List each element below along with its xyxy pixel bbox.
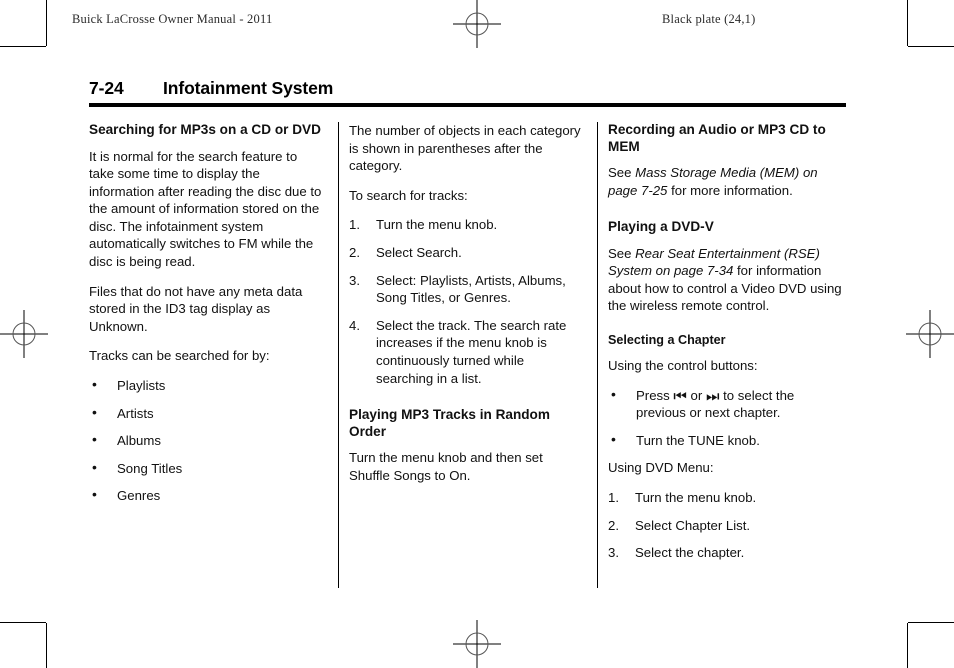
step-text: Select Search. xyxy=(376,244,462,260)
list-search-categories: Playlists Artists Albums Song Titles Gen… xyxy=(89,376,324,505)
list-search-steps: 1. Turn the menu knob. 2. Select Search.… xyxy=(349,216,584,387)
list-item: Turn the TUNE knob. xyxy=(608,431,843,450)
section-heading-random-order: Playing MP3 Tracks in Random Order xyxy=(349,407,550,439)
section-heading-searching-mp3s: Searching for MP3s on a CD or DVD xyxy=(89,122,321,137)
step-text: Select Chapter List. xyxy=(635,517,751,533)
registration-mark-left xyxy=(0,310,48,358)
paragraph-using-control-buttons: Using the control buttons: xyxy=(608,358,758,374)
step-number: 4. xyxy=(349,317,360,333)
paragraph-shuffle-songs: Turn the menu knob and then set Shuffle … xyxy=(349,450,543,483)
step-text: Select the track. The search rate increa… xyxy=(376,317,567,386)
list-item: Press ⏮ or ⏭ to select the previous or n… xyxy=(608,386,843,422)
step-text: Turn the menu knob. xyxy=(635,490,757,506)
bullet-mid: or xyxy=(686,387,706,403)
list-item: 4. Select the track. The search rate inc… xyxy=(349,317,584,387)
next-track-icon: ⏭ xyxy=(705,386,720,405)
page-number: 7-24 xyxy=(89,78,124,98)
column-2: The number of objects in each category i… xyxy=(349,122,584,496)
crop-mark-bottom-left-horizontal xyxy=(0,622,46,623)
step-text: Select: Playlists, Artists, Albums, Song… xyxy=(376,272,566,306)
list-item: Genres xyxy=(89,486,324,505)
paragraph-using-dvd-menu: Using DVD Menu: xyxy=(608,460,714,476)
step-number: 1. xyxy=(608,490,619,506)
black-plate-label: Black plate (24,1) xyxy=(662,12,756,26)
crop-mark-bottom-right-horizontal xyxy=(908,622,954,623)
page-title-block: 7-24 Infotainment System xyxy=(89,78,846,107)
list-item: 2. Select Search. xyxy=(349,244,584,262)
page-title: 7-24 Infotainment System xyxy=(89,78,846,99)
crop-mark-bottom-left-vertical xyxy=(46,623,47,668)
paragraph-to-search-tracks: To search for tracks: xyxy=(349,187,468,203)
crossref-lead: See xyxy=(608,165,636,180)
section-heading-recording-cd-to-mem: Recording an Audio or MP3 CD to MEM xyxy=(608,122,826,154)
crossref-tail: for more information. xyxy=(667,182,793,198)
column-divider-2 xyxy=(597,122,598,588)
step-number: 3. xyxy=(349,272,360,288)
step-number: 1. xyxy=(349,217,360,233)
manual-title: Buick LaCrosse Owner Manual - 2011 xyxy=(72,12,273,26)
paragraph-object-counts: The number of objects in each category i… xyxy=(349,123,581,174)
list-item: 1. Turn the menu knob. xyxy=(349,216,584,234)
running-header: Buick LaCrosse Owner Manual - 2011 Black… xyxy=(0,12,954,32)
chapter-title: Infotainment System xyxy=(163,78,334,98)
list-chapter-controls: Press ⏮ or ⏭ to select the previous or n… xyxy=(608,386,843,450)
list-item: Song Titles xyxy=(89,459,324,478)
crossref-lead: See xyxy=(608,245,636,261)
previous-track-icon: ⏮ xyxy=(673,386,687,405)
list-item: 1. Turn the menu knob. xyxy=(608,489,843,507)
crop-mark-bottom-right-vertical xyxy=(907,623,908,668)
paragraph-tracks-searched-by: Tracks can be searched for by: xyxy=(89,348,270,364)
list-item: Playlists xyxy=(89,376,324,395)
paragraph-rse-crossref: See Rear Seat Entertainment (RSE) System… xyxy=(608,245,843,315)
step-number: 3. xyxy=(608,545,619,561)
column-1: Searching for MP3s on a CD or DVD It is … xyxy=(89,122,324,505)
list-item: 3. Select: Playlists, Artists, Albums, S… xyxy=(349,272,584,307)
section-heading-playing-dvd-v: Playing a DVD-V xyxy=(608,219,714,235)
paragraph-id3-unknown: Files that do not have any meta data sto… xyxy=(89,283,303,334)
body-columns: Searching for MP3s on a CD or DVD It is … xyxy=(89,122,854,592)
step-text: Select the chapter. xyxy=(635,545,745,561)
column-divider-1 xyxy=(338,122,339,588)
list-item: Artists xyxy=(89,404,324,423)
column-3: Recording an Audio or MP3 CD to MEM See … xyxy=(608,122,843,562)
list-item: 3. Select the chapter. xyxy=(608,544,843,562)
list-item: Albums xyxy=(89,431,324,450)
step-number: 2. xyxy=(608,517,619,533)
step-text: Turn the menu knob. xyxy=(376,217,498,233)
list-dvd-menu-steps: 1. Turn the menu knob. 2. Select Chapter… xyxy=(608,489,843,562)
registration-mark-right xyxy=(906,310,954,358)
crop-mark-top-right-horizontal xyxy=(908,46,954,47)
bullet-lead: Press xyxy=(636,387,674,403)
paragraph-mem-crossref: See Mass Storage Media (MEM) on page 7‑2… xyxy=(608,164,843,199)
subsection-heading-selecting-chapter: Selecting a Chapter xyxy=(608,333,726,348)
crop-mark-top-left-horizontal xyxy=(0,46,46,47)
registration-mark-bottom xyxy=(453,620,501,668)
list-item: 2. Select Chapter List. xyxy=(608,517,843,535)
paragraph-search-timing: It is normal for the search feature to t… xyxy=(89,148,322,270)
step-number: 2. xyxy=(349,244,360,260)
title-rule xyxy=(89,103,846,107)
